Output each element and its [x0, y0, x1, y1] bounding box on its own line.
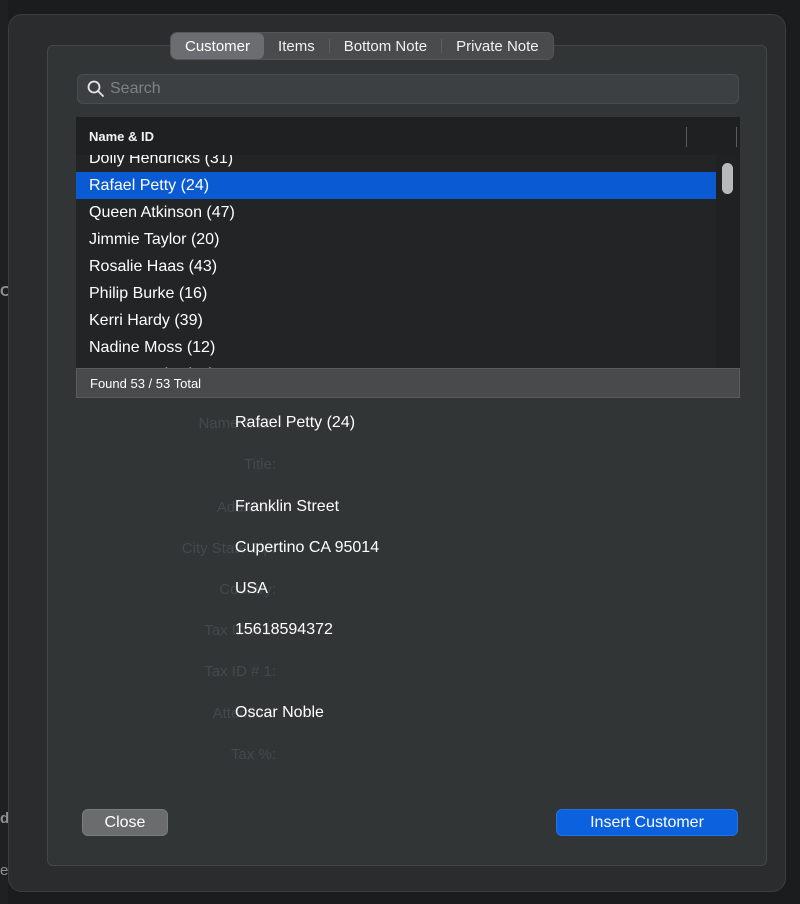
tab-private-note[interactable]: Private Note	[442, 33, 553, 59]
insert-customer-button[interactable]: Insert Customer	[556, 809, 738, 836]
list-item[interactable]: Jimmie Taylor (20)	[76, 226, 716, 253]
tab-customer[interactable]: Customer	[171, 33, 265, 59]
detail-value: Rafael Petty (24)	[235, 414, 356, 431]
detail-row: Name & ID: Rafael Petty (24)	[48, 412, 648, 436]
search-input[interactable]	[110, 80, 710, 98]
search-field[interactable]	[77, 74, 739, 104]
segmented-tab-control: Customer Items Bottom Note Private Note	[170, 32, 554, 60]
tab-items[interactable]: Items	[264, 33, 329, 59]
customer-list-rows: Dolly Hendricks (31) Rafael Petty (24) Que…	[76, 155, 716, 368]
detail-row: Tax %:	[48, 743, 648, 767]
background-window-edge	[0, 0, 8, 904]
list-status-bar: Found 53 / 53 Total	[76, 368, 740, 398]
detail-row: Title:	[48, 453, 648, 477]
detail-row: Tax ID # 1:	[48, 660, 648, 684]
detail-value: 15618594372	[235, 621, 333, 638]
detail-row: Country: USA	[48, 578, 648, 602]
list-item-selected[interactable]: Rafael Petty (24)	[76, 172, 716, 199]
column-header-name-id[interactable]: Name & ID	[89, 129, 154, 144]
list-item[interactable]: Kerri Hardy (39)	[76, 307, 716, 334]
detail-row: City State Zip: Cupertino CA 95014	[48, 537, 648, 561]
list-item[interactable]: Dolly Hendricks (31)	[76, 155, 716, 172]
detail-row: Tax ID # 1: 15618594372	[48, 619, 648, 643]
tab-bottom-note[interactable]: Bottom Note	[330, 33, 441, 59]
customer-list[interactable]: Dolly Hendricks (31) Rafael Petty (24) Que…	[76, 155, 740, 368]
list-item[interactable]: Queen Atkinson (47)	[76, 199, 716, 226]
list-item[interactable]: Cora Murphy (35)	[76, 361, 716, 368]
detail-value: USA	[235, 580, 268, 597]
table-header: Name & ID	[76, 117, 740, 155]
list-item[interactable]: Rosalie Haas (43)	[76, 253, 716, 280]
list-scrollbar-thumb[interactable]	[722, 163, 733, 194]
list-item[interactable]: Nadine Moss (12)	[76, 334, 716, 361]
search-icon	[87, 80, 104, 97]
found-count-text: Found 53 / 53 Total	[90, 376, 202, 391]
detail-row: Address: Franklin Street	[48, 496, 648, 520]
detail-value: Cupertino CA 95014	[235, 539, 380, 556]
detail-value: Oscar Noble	[235, 704, 324, 721]
detail-label: Tax %:	[230, 746, 276, 763]
close-button[interactable]: Close	[82, 809, 168, 836]
detail-label: Tax ID # 1:	[204, 663, 276, 680]
column-divider[interactable]	[736, 127, 737, 147]
detail-row: Attention: Oscar Noble	[48, 702, 648, 726]
detail-label: Title:	[244, 456, 276, 473]
detail-value: Franklin Street	[235, 498, 340, 515]
column-divider[interactable]	[686, 127, 687, 147]
list-item[interactable]: Philip Burke (16)	[76, 280, 716, 307]
